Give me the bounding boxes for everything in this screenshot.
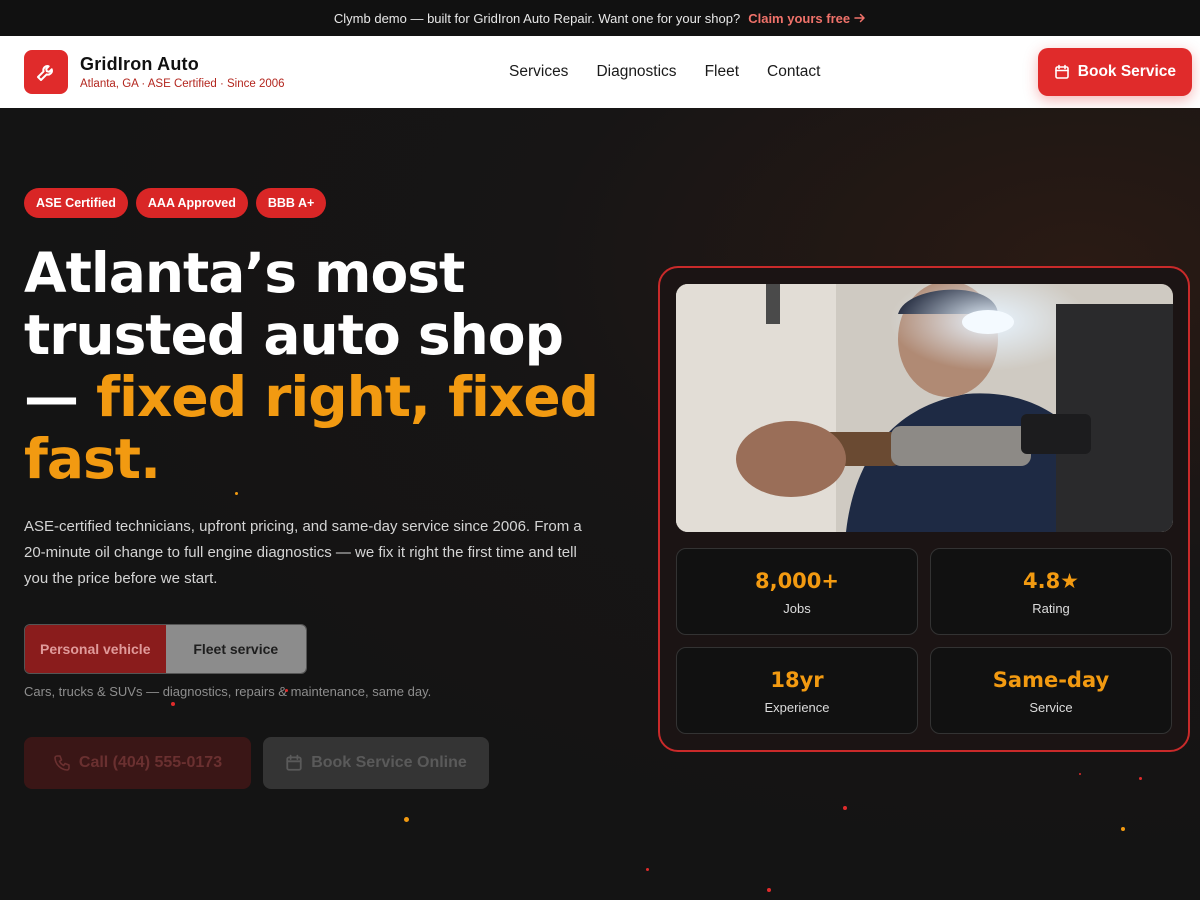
nav-diagnostics[interactable]: Diagnostics [596,63,676,81]
headline-line2: trusted auto shop [24,303,564,367]
spark [404,817,409,822]
mechanic-photo [676,284,1173,532]
spark [1079,773,1081,775]
spark [646,868,649,871]
spark [235,492,238,495]
stat-rating: 4.8★ Rating [930,548,1172,635]
spark [171,702,175,706]
stat-label: Jobs [783,601,811,616]
arrow-right-icon [854,13,865,23]
site-header: GridIron Auto Atlanta, GA · ASE Certifie… [0,36,1200,108]
mechanic-illustration [676,284,1173,532]
logo[interactable] [24,50,68,94]
spark [767,888,771,892]
nav-fleet[interactable]: Fleet [705,63,739,81]
brand-tagline: Atlanta, GA · ASE Certified · Since 2006 [80,78,285,90]
spark [1139,777,1142,780]
badge-row: ASE Certified AAA Approved BBB A+ [24,188,327,218]
book-service-button[interactable]: Book Service [1037,48,1192,96]
stat-experience: 18yr Experience [676,647,918,734]
headline-dash: — [24,365,97,429]
brand-name: GridIron Auto [80,54,199,74]
stat-label: Rating [1032,601,1070,616]
hero-section: ASE Certified AAA Approved BBB A+ Atlant… [0,108,1200,900]
call-button-label: Call (404) 555-0173 [78,754,223,771]
toggle-note: Cars, trucks & SUVs — diagnostics, repai… [24,684,432,699]
nav-services[interactable]: Services [509,63,568,81]
wrench-icon [37,65,53,81]
stat-value: 8,000+ [754,569,840,593]
calendar-icon [286,754,302,771]
spark [1121,827,1125,831]
vehicle-type-toggle: Personal vehicle Fleet service [24,624,307,674]
main-nav: Services Diagnostics Fleet Contact [509,63,820,81]
hero-card: 8,000+ Jobs 4.8★ Rating 18yr Experience … [658,266,1190,752]
toggle-personal-vehicle[interactable]: Personal vehicle [25,625,166,673]
claim-link-label: Claim yours free [748,10,851,26]
badge-bbb: BBB A+ [255,188,327,218]
stat-label: Experience [764,700,830,715]
stat-value: 4.8★ [1022,569,1080,593]
announcement-bar: Clymb demo — built for GridIron Auto Rep… [0,0,1200,36]
brand: GridIron Auto Atlanta, GA · ASE Certifie… [80,54,285,90]
nav-contact[interactable]: Contact [767,63,820,81]
calendar-icon [1054,64,1069,79]
toggle-fleet-service[interactable]: Fleet service [165,625,306,673]
headline-line1: Atlanta’s most [24,241,465,305]
stat-value: Same-day [992,668,1110,692]
spark [843,806,847,810]
headline-accent1: fixed right, fixed [96,365,599,429]
hero-headline: Atlanta’s most trusted auto shop — fixed… [24,242,624,490]
badge-ase: ASE Certified [24,188,128,218]
headline-accent2: fast. [24,427,161,491]
book-online-button[interactable]: Book Service Online [263,737,489,789]
stat-label: Service [1029,700,1073,715]
book-online-label: Book Service Online [311,754,467,771]
badge-aaa: AAA Approved [135,188,248,218]
call-button[interactable]: Call (404) 555-0173 [24,737,251,789]
stat-jobs: 8,000+ Jobs [676,548,918,635]
stat-service: Same-day Service [930,647,1172,734]
phone-icon [54,755,70,771]
hero-lede: ASE-certified technicians, upfront prici… [24,518,582,587]
claim-link[interactable]: Claim yours free [748,11,866,26]
announcement-text: Clymb demo — built for GridIron Auto Rep… [333,10,741,26]
stat-value: 18yr [770,668,824,692]
book-service-label: Book Service [1077,63,1176,80]
